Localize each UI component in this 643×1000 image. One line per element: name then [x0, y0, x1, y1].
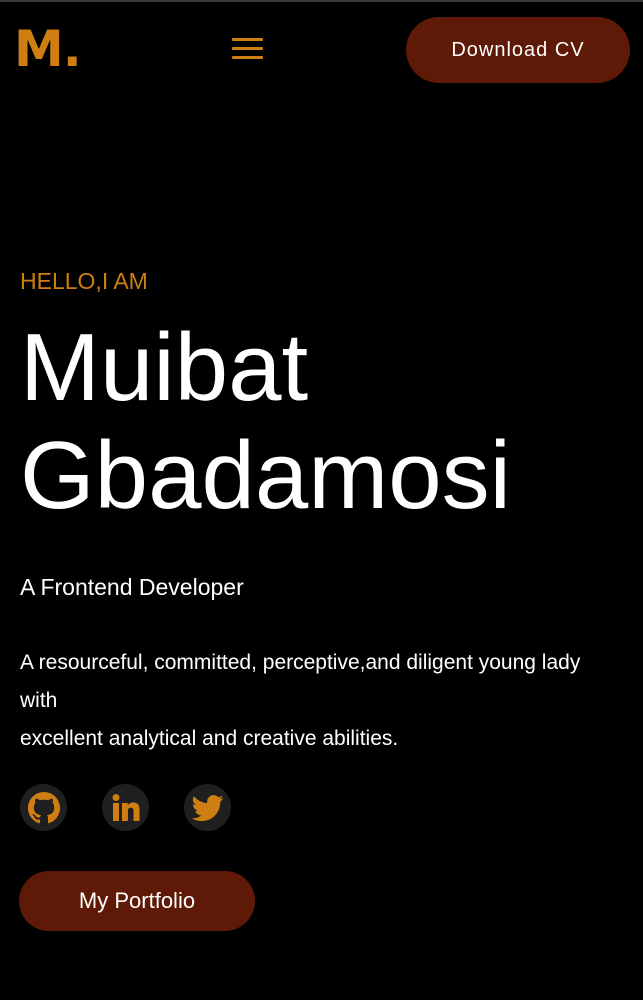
- logo[interactable]: M.: [14, 22, 82, 76]
- github-link[interactable]: [20, 784, 67, 831]
- twitter-link[interactable]: [184, 784, 231, 831]
- linkedin-link[interactable]: [102, 784, 149, 831]
- menu-bar: [232, 47, 263, 50]
- hamburger-menu-icon[interactable]: [226, 32, 268, 66]
- greeting-text: HELLO,I AM: [20, 268, 148, 294]
- hero-name: Muibat Gbadamosi: [20, 314, 630, 530]
- linkedin-icon: [112, 793, 139, 821]
- bio-line: excellent analytical and creative abilit…: [20, 727, 399, 750]
- menu-bar: [232, 56, 263, 59]
- page: M. Download CV HELLO,I AM Muibat Gbadamo…: [0, 0, 643, 1000]
- bio-line: A resourceful, committed, perceptive,and…: [20, 651, 581, 712]
- role-text: A Frontend Developer: [20, 574, 244, 600]
- bio-text: A resourceful, committed, perceptive,and…: [20, 644, 620, 758]
- github-icon: [27, 791, 60, 823]
- last-name: Gbadamosi: [20, 422, 511, 529]
- social-links: [20, 784, 266, 831]
- first-name: Muibat: [20, 314, 309, 421]
- download-cv-button[interactable]: Download CV: [406, 17, 630, 83]
- my-portfolio-button[interactable]: My Portfolio: [19, 871, 255, 931]
- twitter-icon: [191, 794, 223, 821]
- menu-bar: [232, 38, 263, 41]
